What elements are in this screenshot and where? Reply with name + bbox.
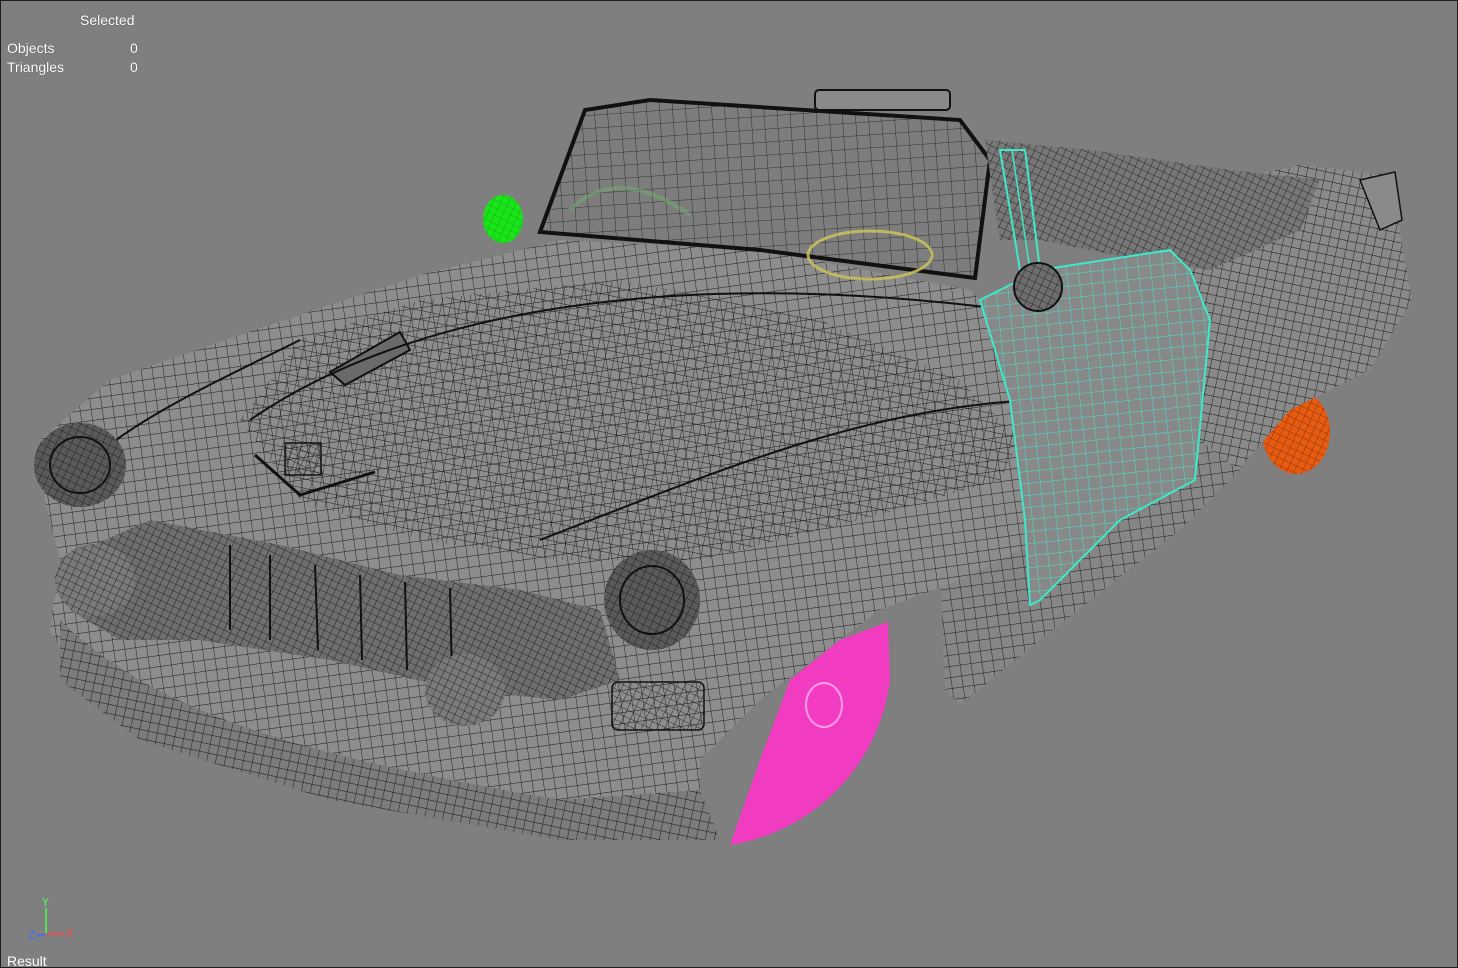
triangles-label: Triangles (7, 59, 65, 75)
triangles-value: 0 (130, 59, 138, 75)
axis-x-label: X (66, 927, 74, 940)
axis-gizmo: Y X Z (24, 896, 84, 944)
axis-y-label: Y (42, 896, 49, 909)
side-mirror[interactable] (1013, 262, 1063, 312)
3d-viewport[interactable]: Selected Objects 0 Triangles 0 Y X Z Res… (0, 0, 1458, 968)
viewport-label: Result (7, 953, 47, 968)
axis-z-label: Z (28, 929, 36, 942)
scene-canvas[interactable] (0, 0, 1458, 968)
stats-header: Selected (80, 12, 135, 28)
mirror-marker[interactable] (483, 195, 523, 243)
objects-value: 0 (130, 40, 138, 56)
objects-label: Objects (7, 40, 55, 56)
right-headlight[interactable] (604, 550, 700, 650)
left-headlight[interactable] (34, 423, 126, 507)
stats-overlay: Selected Objects 0 Triangles 0 (0, 0, 160, 90)
